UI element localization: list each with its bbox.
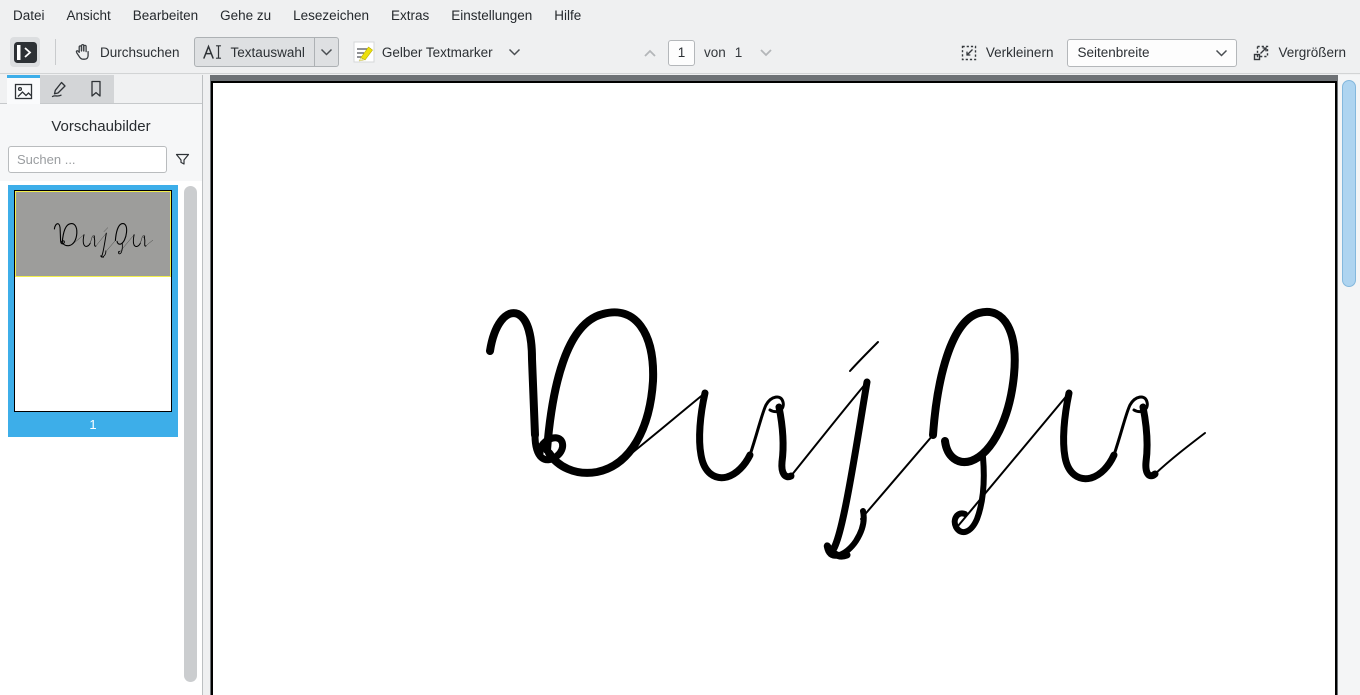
filter-button[interactable] xyxy=(169,147,196,173)
thumbnail-script-word xyxy=(16,192,171,276)
sidebar-tabbar xyxy=(0,75,202,104)
sidebar-title: Vorschaubilder xyxy=(0,118,202,135)
menu-extras[interactable]: Extras xyxy=(380,0,440,31)
zoom-in-label: Vergrößern xyxy=(1278,45,1346,60)
page-navigation: von 1 xyxy=(641,31,775,74)
menu-einstellungen[interactable]: Einstellungen xyxy=(440,0,543,31)
hand-icon xyxy=(73,42,93,62)
document-view[interactable] xyxy=(210,75,1338,695)
tab-thumbnails[interactable] xyxy=(7,75,40,104)
main-toolbar: Durchsuchen Textauswahl Gelber Textmarke… xyxy=(0,31,1360,74)
zoom-mode-value: Seitenbreite xyxy=(1077,45,1149,60)
zoom-in-icon xyxy=(1251,43,1271,63)
text-selection-dropdown[interactable] xyxy=(314,38,338,66)
highlighter-dropdown[interactable] xyxy=(508,48,521,56)
menu-bearbeiten[interactable]: Bearbeiten xyxy=(122,0,209,31)
toolbar-separator xyxy=(55,39,56,65)
text-selection-label: Textauswahl xyxy=(224,45,314,60)
menu-lesezeichen[interactable]: Lesezeichen xyxy=(282,0,380,31)
highlighter-tool[interactable]: Gelber Textmarker xyxy=(353,41,521,63)
handwritten-script-word xyxy=(213,83,1335,693)
thumbnail-viewport-marker[interactable] xyxy=(15,191,171,277)
menu-ansicht[interactable]: Ansicht xyxy=(56,0,122,31)
bookmark-icon xyxy=(88,80,104,98)
annotation-pen-icon xyxy=(49,80,69,99)
thumbnail-list: 1 xyxy=(0,181,202,695)
menubar: Datei Ansicht Bearbeiten Gehe zu Lesezei… xyxy=(0,0,1360,31)
thumbnail-scrollbar[interactable] xyxy=(184,186,197,688)
thumbnail-page-number: 1 xyxy=(8,412,178,437)
zoom-out-button[interactable]: Verkleinern xyxy=(959,43,1054,63)
menu-datei[interactable]: Datei xyxy=(2,0,56,31)
highlighter-icon xyxy=(353,41,375,63)
menu-hilfe[interactable]: Hilfe xyxy=(543,0,592,31)
thumbnail-search-row xyxy=(8,146,196,173)
page-up-icon[interactable] xyxy=(641,46,659,60)
browse-tool-label: Durchsuchen xyxy=(100,45,180,60)
sidebar-panel-icon xyxy=(14,42,37,63)
thumbnail-scrollbar-thumb[interactable] xyxy=(184,186,197,682)
zoom-out-label: Verkleinern xyxy=(986,45,1054,60)
browse-tool[interactable]: Durchsuchen xyxy=(73,42,180,62)
document-scrollbar-thumb[interactable] xyxy=(1342,80,1356,287)
tab-annotations[interactable] xyxy=(40,75,77,104)
zoom-mode-combobox[interactable]: Seitenbreite xyxy=(1067,39,1237,67)
tab-bookmarks[interactable] xyxy=(77,75,114,104)
document-scrollbar[interactable] xyxy=(1338,75,1360,695)
page-total: 1 xyxy=(735,45,743,60)
zoom-out-icon xyxy=(959,43,979,63)
thumbnail-page-1[interactable]: 1 xyxy=(8,185,178,437)
zoom-in-button[interactable]: Vergrößern xyxy=(1251,43,1346,63)
page-down-icon[interactable] xyxy=(757,46,775,60)
filter-funnel-icon xyxy=(174,151,191,168)
search-input[interactable] xyxy=(8,146,167,173)
combobox-chevron-icon xyxy=(1215,49,1228,57)
page-number-input[interactable] xyxy=(668,40,695,66)
zoom-controls: Verkleinern Seitenbreite Vergrößern xyxy=(959,31,1346,74)
document-page[interactable] xyxy=(211,81,1337,695)
page-of-label: von xyxy=(704,45,726,60)
thumbnails-icon xyxy=(14,83,33,100)
sidebar-toggle-button[interactable] xyxy=(10,37,40,67)
text-selection-icon xyxy=(195,43,224,61)
highlighter-label: Gelber Textmarker xyxy=(382,45,493,60)
thumbnail-page-image xyxy=(14,190,172,412)
sidebar-panel: Vorschaubilder 1 xyxy=(0,75,203,695)
menu-gehe-zu[interactable]: Gehe zu xyxy=(209,0,282,31)
text-selection-tool[interactable]: Textauswahl xyxy=(194,37,339,67)
